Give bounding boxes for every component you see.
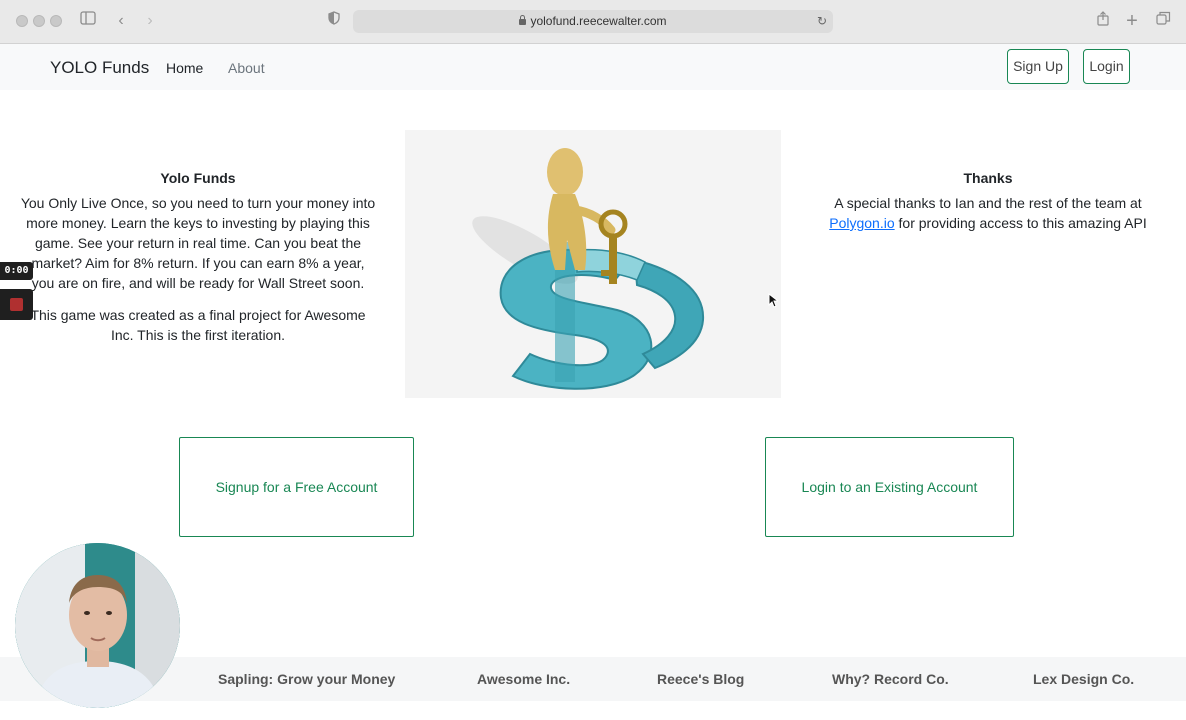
intro-note: This game was created as a final project… xyxy=(30,307,366,343)
sidebar-icon[interactable] xyxy=(78,11,98,31)
url-text: yolofund.reecewalter.com xyxy=(530,14,667,28)
site-navbar: YOLO Funds Home About Sign Up Login xyxy=(0,44,1186,90)
signup-free-account-button[interactable]: Signup for a Free Account xyxy=(179,437,414,537)
footer-link-reeces-blog[interactable]: Reece's Blog xyxy=(657,671,744,687)
reload-icon[interactable]: ↻ xyxy=(817,10,827,33)
thanks-text-after: for providing access to this amazing API xyxy=(894,215,1147,231)
footer-link-lex-design-co[interactable]: Lex Design Co. xyxy=(1033,671,1134,687)
zoom-window-button[interactable] xyxy=(50,15,62,27)
hero-image xyxy=(405,130,781,398)
brand-link[interactable]: YOLO Funds xyxy=(50,58,149,78)
share-icon[interactable] xyxy=(1093,11,1113,31)
nav-about[interactable]: About xyxy=(228,60,265,76)
sign-up-button[interactable]: Sign Up xyxy=(1007,49,1069,84)
browser-toolbar: ‹ › yolofund.reecewalter.com ↻ + xyxy=(0,0,1186,44)
privacy-shield-icon[interactable] xyxy=(324,11,344,31)
mouse-cursor-icon xyxy=(768,292,780,313)
footer-link-sapling[interactable]: Sapling: Grow your Money xyxy=(218,671,395,687)
address-bar[interactable]: yolofund.reecewalter.com ↻ xyxy=(353,10,833,33)
footer-link-why-record-co[interactable]: Why? Record Co. xyxy=(832,671,949,687)
webcam-overlay xyxy=(15,543,180,708)
forward-icon[interactable]: › xyxy=(140,11,160,31)
recording-timer: 0:00 xyxy=(0,262,33,280)
nav-home[interactable]: Home xyxy=(166,60,203,76)
new-tab-icon[interactable]: + xyxy=(1122,11,1142,31)
thanks-section: Thanks A special thanks to Ian and the r… xyxy=(812,168,1164,245)
login-existing-account-button[interactable]: Login to an Existing Account xyxy=(765,437,1014,537)
minimize-window-button[interactable] xyxy=(33,15,45,27)
thanks-title: Thanks xyxy=(963,170,1013,186)
stop-recording-button[interactable] xyxy=(0,289,33,320)
close-window-button[interactable] xyxy=(16,15,28,27)
footer-link-awesome-inc[interactable]: Awesome Inc. xyxy=(477,671,570,687)
polygon-link[interactable]: Polygon.io xyxy=(829,215,894,231)
lock-icon xyxy=(519,15,527,25)
intro-title: Yolo Funds xyxy=(160,170,236,186)
site-footer: Sapling: Grow your Money Awesome Inc. Re… xyxy=(0,657,1186,701)
login-button[interactable]: Login xyxy=(1083,49,1130,84)
back-icon[interactable]: ‹ xyxy=(111,11,131,31)
thanks-text-before: A special thanks to Ian and the rest of … xyxy=(834,195,1142,211)
intro-paragraph: You Only Live Once, so you need to turn … xyxy=(20,195,376,291)
intro-section: Yolo Funds You Only Live Once, so you ne… xyxy=(20,168,376,357)
tab-overview-icon[interactable] xyxy=(1153,11,1173,31)
thanks-text: A special thanks to Ian and the rest of … xyxy=(812,193,1164,233)
